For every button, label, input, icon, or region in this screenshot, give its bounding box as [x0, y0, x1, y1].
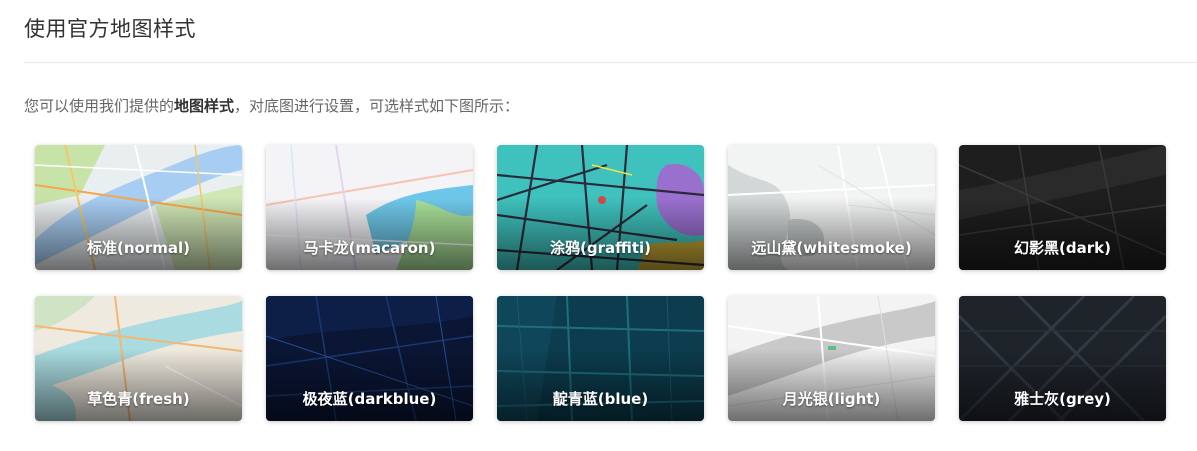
style-card-normal[interactable]: 标准(normal)	[35, 145, 242, 270]
style-label: 雅士灰(grey)	[1014, 390, 1111, 408]
label-shade	[728, 198, 935, 270]
label-shade	[959, 198, 1166, 270]
style-card-dark[interactable]: 幻影黑(dark)	[959, 145, 1166, 270]
intro-bold: 地图样式	[174, 97, 235, 115]
style-label: 草色青(fresh)	[87, 390, 190, 408]
style-card-blue[interactable]: 靛青蓝(blue)	[497, 296, 704, 421]
page-title: 使用官方地图样式	[24, 17, 196, 41]
title-divider	[24, 62, 1197, 63]
intro-prefix: 您可以使用我们提供的	[24, 97, 175, 115]
label-shade	[728, 349, 935, 421]
style-card-darkblue[interactable]: 极夜蓝(darkblue)	[266, 296, 473, 421]
intro-text: 您可以使用我们提供的地图样式，对底图进行设置，可选样式如下图所示：	[24, 95, 519, 116]
intro-suffix: ，对底图进行设置，可选样式如下图所示：	[234, 97, 520, 115]
style-label: 极夜蓝(darkblue)	[302, 390, 437, 408]
label-shade	[266, 198, 473, 270]
style-label: 幻影黑(dark)	[1014, 239, 1111, 257]
style-label: 标准(normal)	[87, 239, 190, 257]
label-shade	[35, 198, 242, 270]
style-label: 月光银(light)	[782, 390, 881, 408]
style-label: 远山黛(whitesmoke)	[751, 239, 912, 257]
label-shade	[35, 349, 242, 421]
label-shade	[497, 349, 704, 421]
style-card-graffiti[interactable]: 涂鸦(graffiti)	[497, 145, 704, 270]
label-shade	[959, 349, 1166, 421]
label-shade	[497, 198, 704, 270]
style-label: 靛青蓝(blue)	[552, 390, 649, 408]
style-card-whitesmoke[interactable]: 远山黛(whitesmoke)	[728, 145, 935, 270]
style-card-macaron[interactable]: 马卡龙(macaron)	[266, 145, 473, 270]
style-label: 涂鸦(graffiti)	[549, 239, 651, 257]
style-card-fresh[interactable]: 草色青(fresh)	[35, 296, 242, 421]
style-card-grey[interactable]: 雅士灰(grey)	[959, 296, 1166, 421]
style-label: 马卡龙(macaron)	[303, 239, 436, 257]
map-style-grid: 标准(normal) 马卡龙(macaron) 涂鸦(graffiti) 远山黛…	[35, 145, 1166, 421]
label-shade	[266, 349, 473, 421]
style-card-light[interactable]: 月光银(light)	[728, 296, 935, 421]
